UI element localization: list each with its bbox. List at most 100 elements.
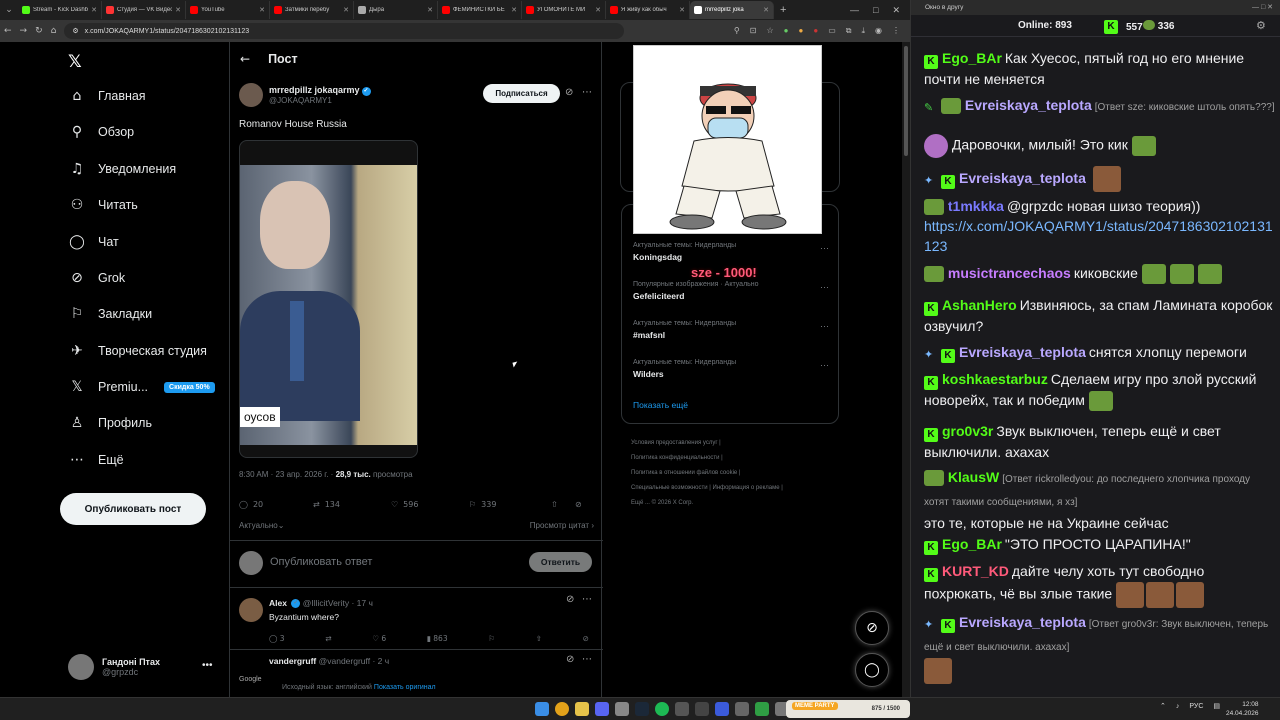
chat-username[interactable]: Evreiskaya_teplota [959, 614, 1086, 630]
trend-more-icon[interactable]: ⋯ [820, 282, 829, 293]
reply-button[interactable]: ◯ 3 [269, 634, 285, 643]
reply-button[interactable]: ◯ 20 [239, 500, 313, 509]
extension-icon[interactable]: ● [784, 26, 789, 36]
close-icon[interactable]: ✕ [763, 6, 769, 14]
spotify-icon[interactable] [655, 702, 669, 716]
reply-item[interactable]: Alex ✓ @IllicitVerity · 17 ч ⊘ ⋯ Byzanti… [230, 590, 603, 650]
footer-link[interactable]: Условия предоставления услуг [631, 440, 718, 446]
chat-username[interactable]: Ego_BAr [942, 50, 1002, 66]
nav-creator-studio[interactable]: ✈ Творческая студия [68, 343, 207, 359]
bookmark-button[interactable]: ⚐ 339 [469, 500, 551, 509]
zoom-icon[interactable]: ⚲ [734, 26, 740, 36]
follow-button[interactable]: Подписаться [483, 84, 560, 103]
profile-icon[interactable]: ◉ [875, 26, 882, 36]
close-icon[interactable]: ✕ [511, 6, 517, 14]
trend-item[interactable]: Актуальные темы: Нидерланды #mafsnl [633, 320, 736, 340]
publish-post-button[interactable]: Опубликовать пост [60, 493, 206, 525]
chat-username[interactable]: AshanHero [942, 297, 1017, 313]
avatar[interactable] [239, 598, 263, 622]
tab[interactable]: Я живу как обыч ✕ [606, 1, 690, 19]
grok-icon[interactable]: ⊘ [566, 654, 574, 665]
x-logo-icon[interactable]: 𝕏 [68, 52, 82, 72]
app-icon[interactable] [735, 702, 749, 716]
footer-link[interactable]: Специальные возможности [631, 485, 708, 491]
nav-chat[interactable]: ◯ Чат [68, 234, 119, 250]
trend-item[interactable]: Актуальные темы: Нидерланды Koningsdag [633, 242, 736, 262]
tab-active[interactable]: mrredpillz joka ✕ [690, 1, 774, 19]
chat-username[interactable]: koshkaestarbuz [942, 371, 1048, 387]
footer-link[interactable]: Политика конфиденциальности [631, 455, 720, 461]
grok-icon[interactable]: ⊘ [565, 87, 573, 98]
extensions-icon[interactable]: ⧉ [846, 26, 852, 36]
close-icon[interactable]: ✕ [343, 6, 349, 14]
post-video[interactable]: оусов [239, 140, 418, 458]
trend-more-icon[interactable]: ⋯ [820, 321, 829, 332]
menu-icon[interactable]: ⋮ [892, 26, 900, 36]
app-icon[interactable] [755, 702, 769, 716]
more-icon[interactable]: ⋯ [582, 594, 592, 605]
chat-username[interactable]: Evreiskaya_teplota [965, 97, 1092, 113]
account-menu-icon[interactable]: ••• [202, 660, 213, 671]
close-icon[interactable]: ✕ [595, 6, 601, 14]
mic-icon[interactable]: ♪ [1176, 703, 1180, 710]
system-clock[interactable]: 12:08 24.04.2026 [1226, 700, 1259, 718]
reply-item[interactable]: Google vandergruff @vandergruff · 2 ч ⊘ … [230, 654, 603, 697]
footer-link[interactable]: Ещё ... [631, 500, 650, 506]
tray-chevron-icon[interactable]: ⌃ [1160, 702, 1166, 710]
like-button[interactable]: ♡ 6 [372, 634, 386, 643]
reply-submit-button[interactable]: Ответить [529, 552, 592, 572]
chrome-icon[interactable] [555, 702, 569, 716]
network-icon[interactable]: ▤ [1213, 702, 1220, 710]
extension-icon[interactable]: ● [799, 26, 804, 36]
extension-icon[interactable]: ▭ [828, 26, 836, 36]
chat-username[interactable]: KlausW [948, 469, 999, 485]
more-icon[interactable]: ⋯ [582, 87, 592, 98]
nav-grok[interactable]: ⊘ Grok [68, 270, 125, 286]
back-arrow-icon[interactable]: ← [240, 52, 250, 66]
nav-follow[interactable]: ⚇ Читать [68, 197, 138, 213]
trend-more-icon[interactable]: ⋯ [820, 243, 829, 254]
nav-home[interactable]: ⌂ Главная [68, 88, 146, 104]
more-icon[interactable]: ⋯ [582, 654, 592, 665]
nav-profile[interactable]: ♙ Профиль [68, 415, 152, 431]
page-scrollbar[interactable] [902, 42, 910, 697]
maximize-icon[interactable]: □ [873, 5, 878, 16]
nav-bookmarks[interactable]: ⚐ Закладки [68, 306, 152, 322]
nav-premium[interactable]: 𝕏 Premiu... Скидка 50% [68, 379, 215, 395]
close-icon[interactable]: ✕ [259, 6, 265, 14]
sort-dropdown[interactable]: Актуально⌄ [239, 521, 284, 530]
views-button[interactable]: ▮ 863 [427, 634, 448, 643]
footer-link[interactable]: Информация о рекламе [713, 485, 780, 491]
chat-username[interactable]: t1mkkka [948, 198, 1004, 214]
extension-icon[interactable]: ● [813, 26, 818, 36]
back-icon[interactable]: ← [4, 26, 12, 36]
share-icon[interactable]: ⇧ [536, 634, 542, 643]
chat-username[interactable]: gro0v3r [942, 423, 993, 439]
tab[interactable]: Stream - Kick Dashb ✕ [18, 1, 102, 19]
trend-item[interactable]: Актуальные темы: Нидерланды Wilders [633, 359, 736, 379]
minimize-icon[interactable]: — [850, 5, 859, 16]
home-icon[interactable]: ⌂ [51, 26, 57, 36]
footer-link[interactable]: Политика в отношении файлов cookie [631, 470, 737, 476]
discord-icon[interactable] [595, 702, 609, 716]
tab[interactable]: YouTube ✕ [186, 1, 270, 19]
trend-item[interactable]: Популярные изображения · Актуально Gefeli… [633, 281, 759, 301]
steam-icon[interactable] [635, 702, 649, 716]
language-indicator[interactable]: РУС [1189, 703, 1203, 710]
share-button[interactable]: ⇧ [551, 500, 575, 509]
trend-more-icon[interactable]: ⋯ [820, 360, 829, 371]
url-field[interactable]: ⚙ x.com/JOKAQARMY1/status/204718630210213… [64, 23, 625, 39]
messages-float-button[interactable]: ◯ [855, 653, 889, 687]
bookmark-icon[interactable]: ⚐ [488, 634, 495, 643]
close-icon[interactable]: ✕ [91, 6, 97, 14]
gear-icon[interactable]: ⚙ [1256, 19, 1266, 32]
nav-more[interactable]: ⋯ Ещё [68, 452, 124, 468]
site-info-icon[interactable]: ⚙ [72, 27, 78, 35]
app-icon[interactable] [615, 702, 629, 716]
grok-analyze-button[interactable]: ⊘ [575, 500, 582, 509]
grok-float-button[interactable]: ⊘ [855, 611, 889, 645]
repost-icon[interactable]: ⇄ [325, 634, 331, 643]
close-icon[interactable]: ✕ [427, 6, 433, 14]
app-icon[interactable] [695, 702, 709, 716]
forward-icon[interactable]: → [20, 26, 28, 36]
